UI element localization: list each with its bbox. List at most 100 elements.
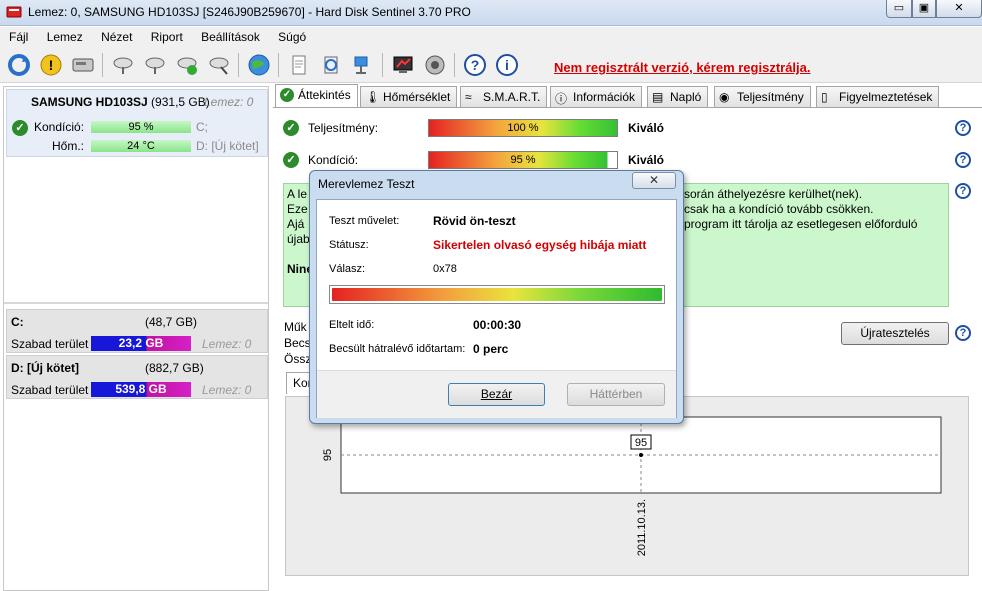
title-bar: Lemez: 0, SAMSUNG HD103SJ [S246J90B25967… (0, 0, 982, 26)
sync-report-icon[interactable] (318, 52, 344, 78)
menu-bar: Fájl Lemez Nézet Riport Beállítások Súgó (0, 27, 982, 47)
volume-c[interactable]: C: (48,7 GB) Szabad terület 23,2 GB Leme… (6, 309, 268, 353)
check-icon: ✓ (280, 88, 294, 102)
performance-bar: 100 % (428, 119, 618, 137)
disk-list-panel: SAMSUNG HD103SJ (931,5 GB) Lemez: 0 ✓ Ko… (3, 86, 269, 591)
warning-icon[interactable]: ! (38, 52, 64, 78)
svg-text:i: i (505, 57, 509, 73)
response-value: 0x78 (433, 263, 457, 275)
help-icon[interactable]: ? (462, 52, 488, 78)
svg-text:?: ? (471, 57, 480, 73)
info-icon: ⓘ (555, 92, 568, 106)
ok-check-icon: ✓ (12, 120, 28, 136)
speaker-icon[interactable] (422, 52, 448, 78)
thermometer-icon: 🌡 (365, 90, 381, 104)
volume-d[interactable]: D: [Új kötet] (882,7 GB) Szabad terület … (6, 355, 268, 399)
hdd-test-dialog: Merevlemez Teszt ✕ Teszt művelet: Rövid … (309, 170, 684, 424)
info-line: Eze (287, 202, 308, 216)
tab-performance[interactable]: ◉ Teljesítmény (714, 86, 811, 107)
temperature-label: Hőm.: (52, 139, 85, 153)
test-disk-icon[interactable] (110, 52, 136, 78)
test-op-label: Teszt művelet: (329, 215, 400, 227)
minimize-button[interactable]: ▭ (886, 0, 912, 18)
disk-name: SAMSUNG HD103SJ (931,5 GB) (31, 95, 210, 109)
remaining-label: Becsült hátralévő időtartam: (329, 343, 466, 355)
help-icon[interactable]: ? (955, 325, 971, 341)
condition-label: Kondíció: (34, 120, 85, 134)
condition-bar: 95 % (91, 121, 191, 133)
info-line: Ajá (287, 217, 305, 231)
condition-bar: 95 % (428, 151, 618, 169)
info-line: program itt tárolja az esetlegesen előfo… (684, 217, 918, 231)
dialog-footer: Bezár Háttérben (317, 370, 676, 418)
tab-alerts[interactable]: ▯ Figyelmeztetések (816, 86, 940, 107)
maximize-button[interactable]: ▣ (912, 0, 936, 18)
perf-ok-icon: ✓ (283, 120, 299, 136)
remaining-value: 0 perc (473, 342, 509, 356)
toolbar: ! ? i Nem regisztrált verzió, kérem regi… (0, 47, 982, 83)
response-label: Válasz: (329, 263, 366, 275)
elapsed-value: 00:00:30 (473, 318, 522, 332)
tab-label: Napló (670, 90, 702, 104)
dialog-body: Teszt művelet: Rövid ön-teszt Státusz: S… (316, 199, 677, 418)
condition-rating: Kiváló (628, 153, 665, 167)
report-icon[interactable] (286, 52, 312, 78)
side-label: Műk (284, 320, 307, 334)
disk-icon[interactable] (70, 52, 96, 78)
drive-d-label: D: [Új kötet] (196, 139, 259, 153)
menu-settings[interactable]: Beállítások (201, 27, 266, 44)
menu-file[interactable]: Fájl (9, 27, 34, 44)
volume-name: C: (11, 315, 24, 329)
condition-label: Kondíció: (308, 153, 359, 167)
tab-label: Információk (573, 90, 636, 104)
side-label: Össz (284, 352, 312, 366)
dialog-title: Merevlemez Teszt (318, 177, 415, 191)
volume-size: (882,7 GB) (145, 361, 204, 375)
dialog-close-button[interactable]: ✕ (632, 172, 676, 189)
tab-strip: ✓ Áttekintés 🌡 Hőmérséklet ≈ S.M.A.R.T. … (273, 84, 982, 107)
refresh-icon[interactable] (6, 52, 32, 78)
chart-svg: 95 95 2011.10.13. (322, 416, 942, 556)
help-icon[interactable]: ? (955, 183, 971, 199)
test-disk-ok-icon[interactable] (174, 52, 200, 78)
progress-fill (332, 288, 662, 301)
splitter[interactable] (4, 302, 268, 304)
help-icon[interactable]: ? (955, 152, 971, 168)
info-line: újab (287, 232, 310, 246)
network-icon[interactable] (350, 52, 376, 78)
test-disk-2-icon[interactable] (142, 52, 168, 78)
app-icon (6, 6, 22, 18)
tab-overview[interactable]: ✓ Áttekintés (275, 84, 358, 107)
register-notice-link[interactable]: Nem regisztrált verzió, kérem regisztrál… (554, 60, 811, 75)
info-line: A le (287, 187, 308, 201)
performance-rating: Kiváló (628, 121, 665, 135)
chart-point (639, 453, 643, 457)
tab-smart[interactable]: ≈ S.M.A.R.T. (460, 86, 548, 107)
retest-button[interactable]: Újratesztelés (841, 322, 949, 345)
drive-c-label: C; (196, 120, 208, 134)
chart-x-tick-label: 2011.10.13. (636, 499, 648, 556)
menu-disk[interactable]: Lemez (47, 27, 89, 44)
close-button[interactable]: Bezár (448, 383, 545, 406)
volume-disk-index: Lemez: 0 (202, 337, 252, 351)
tab-log[interactable]: ▤ Napló (647, 86, 709, 107)
chart-data-label: 95 (635, 437, 647, 449)
close-window-button[interactable]: ✕ (936, 0, 982, 18)
condition-ok-icon: ✓ (283, 152, 299, 168)
menu-report[interactable]: Riport (151, 27, 189, 44)
tab-label: Hőmérséklet (383, 90, 451, 104)
menu-help[interactable]: Súgó (278, 27, 312, 44)
test-disk-tool-icon[interactable] (206, 52, 232, 78)
tab-temperature[interactable]: 🌡 Hőmérséklet (360, 86, 458, 107)
alerts-icon: ▯ (821, 90, 828, 104)
menu-view[interactable]: Nézet (101, 27, 138, 44)
test-op-value: Rövid ön-teszt (433, 214, 516, 228)
tab-information[interactable]: ⓘ Információk (550, 86, 643, 107)
disk-index-label: Lemez: 0 (204, 95, 254, 109)
background-button[interactable]: Háttérben (567, 383, 665, 406)
globe-icon[interactable] (246, 52, 272, 78)
help-icon[interactable]: ? (955, 120, 971, 136)
info-icon[interactable]: i (494, 52, 520, 78)
disk-card[interactable]: SAMSUNG HD103SJ (931,5 GB) Lemez: 0 ✓ Ko… (6, 89, 268, 157)
monitor-check-icon[interactable] (390, 52, 416, 78)
